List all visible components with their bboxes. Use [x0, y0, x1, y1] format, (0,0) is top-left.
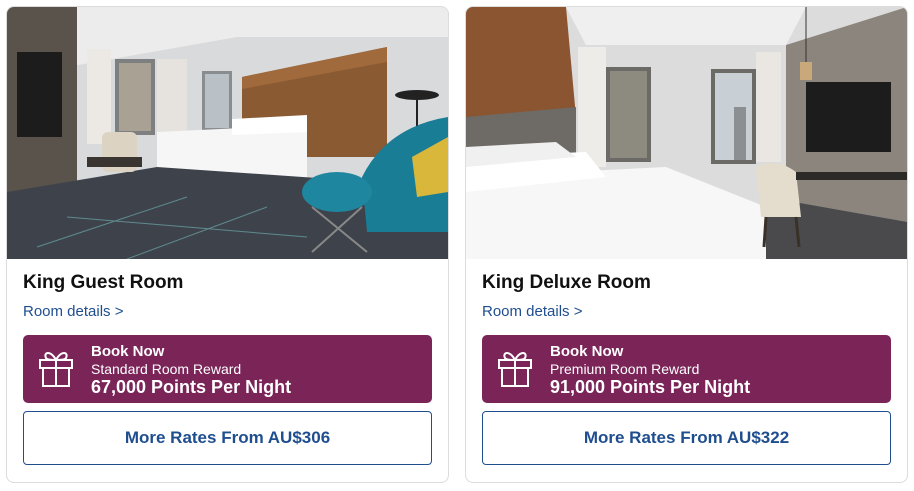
gift-icon — [37, 348, 75, 388]
book-now-reward-button[interactable]: Book Now Premium Room Reward 91,000 Poin… — [482, 335, 891, 403]
room-card-king-deluxe: King Deluxe Room Room details > Book Now… — [465, 6, 908, 483]
more-rates-button[interactable]: More Rates From AU$322 — [482, 411, 891, 465]
room-details-link[interactable]: Room details > — [482, 303, 582, 320]
room-photo[interactable] — [7, 7, 448, 259]
room-details-link[interactable]: Room details > — [23, 303, 123, 320]
room-name: King Guest Room — [23, 272, 184, 293]
room-photo[interactable] — [466, 7, 907, 259]
reward-type-label: Standard Room Reward — [91, 361, 242, 377]
more-rates-button[interactable]: More Rates From AU$306 — [23, 411, 432, 465]
reward-points-label: 91,000 Points Per Night — [550, 377, 751, 397]
room-name: King Deluxe Room — [482, 272, 651, 293]
reward-action-label: Book Now — [550, 343, 624, 360]
gift-icon — [496, 348, 534, 388]
reward-points-label: 67,000 Points Per Night — [91, 377, 292, 397]
reward-action-label: Book Now — [91, 343, 165, 360]
reward-type-label: Premium Room Reward — [550, 361, 700, 377]
room-card-king-guest: King Guest Room Room details > Book Now … — [6, 6, 449, 483]
book-now-reward-button[interactable]: Book Now Standard Room Reward 67,000 Poi… — [23, 335, 432, 403]
